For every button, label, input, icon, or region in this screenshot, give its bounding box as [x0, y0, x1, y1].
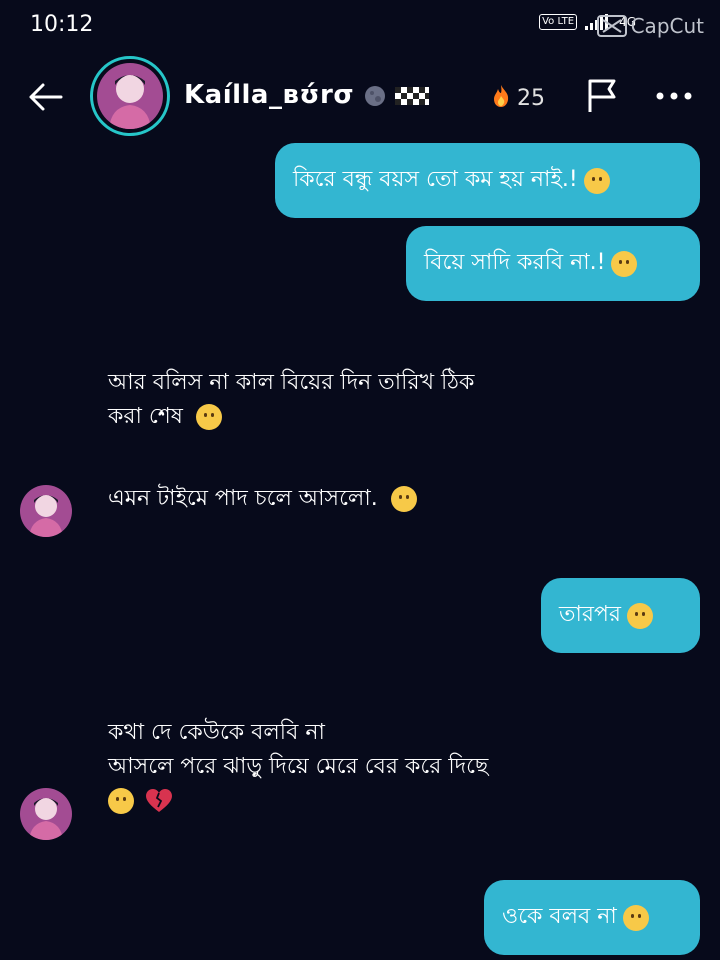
- message-text: ওকে বলব না: [502, 904, 617, 929]
- watermark-text: CapCut: [630, 14, 704, 38]
- moon-icon: [364, 85, 385, 106]
- volte-icon: Vo LTE: [539, 14, 578, 30]
- message-bubble-outgoing[interactable]: ওকে বলব না: [484, 880, 700, 955]
- confused-emoji-icon: [108, 788, 134, 814]
- capcut-watermark: CapCut: [596, 14, 704, 38]
- message-line: আসলে পরে ঝাড়ু দিয়ে মেরে বের করে দিছে: [108, 754, 489, 779]
- chat-header: Kaílla_вʊ́rσ 25: [0, 52, 720, 142]
- capcut-logo-icon: [596, 15, 627, 37]
- message-incoming[interactable]: কথা দে কেউকে বলবি না আসলে পরে ঝাড়ু দিয়…: [108, 716, 488, 818]
- chat-username[interactable]: Kaílla_вʊ́rσ: [184, 80, 430, 110]
- sender-avatar[interactable]: [20, 788, 72, 840]
- status-bar: 10:12 Vo LTE 4G CapCut: [0, 0, 720, 52]
- broken-heart-emoji-icon: [146, 789, 172, 812]
- status-time: 10:12: [30, 12, 94, 37]
- more-icon: [656, 92, 692, 100]
- streak-badge: 25: [492, 84, 545, 111]
- flag-icon: [588, 79, 616, 112]
- message-text: কিরে বন্ধু বয়স তো কম হয় নাই.!: [293, 167, 578, 192]
- slightly-smiling-emoji-icon: [583, 167, 610, 194]
- username-text: Kaílla_вʊ́rσ: [184, 80, 355, 110]
- message-emoji-row: [108, 784, 488, 818]
- checkered-flag-icon: [395, 86, 430, 105]
- disappointed-emoji-icon: [390, 486, 417, 512]
- unamused-emoji-icon: [611, 250, 638, 277]
- avatar-image: [97, 63, 163, 129]
- message-bubble-outgoing[interactable]: কিরে বন্ধু বয়স তো কম হয় নাই.!: [275, 143, 700, 218]
- message-text: বিয়ে সাদি করবি না.!: [424, 250, 606, 275]
- message-bubble-outgoing[interactable]: বিয়ে সাদি করবি না.!: [406, 226, 700, 301]
- message-line: আর বলিস না কাল বিয়ের দিন তারিখ ঠিক: [108, 370, 475, 395]
- fire-icon: [494, 85, 509, 107]
- message-line-wrap: করা শেষ: [108, 400, 474, 434]
- message-line: কথা দে কেউকে বলবি না: [108, 720, 325, 745]
- back-button[interactable]: [22, 74, 68, 120]
- more-options-button[interactable]: [652, 76, 696, 116]
- message-incoming[interactable]: আর বলিস না কাল বিয়ের দিন তারিখ ঠিক করা …: [108, 366, 474, 434]
- message-text: তারপর: [559, 602, 622, 627]
- back-arrow-icon: [29, 83, 63, 111]
- report-flag-button[interactable]: [584, 76, 624, 116]
- message-line: করা শেষ: [108, 404, 183, 429]
- profile-avatar[interactable]: [90, 56, 170, 136]
- sender-avatar[interactable]: [20, 485, 72, 537]
- thinking-emoji-icon: [627, 602, 654, 629]
- message-text: এমন টাইমে পাদ চলে আসলো.: [108, 486, 378, 511]
- streak-number: 25: [517, 86, 545, 111]
- message-incoming[interactable]: এমন টাইমে পাদ চলে আসলো.: [108, 482, 417, 516]
- hugging-emoji-icon: [195, 404, 222, 430]
- message-bubble-outgoing[interactable]: তারপর: [541, 578, 700, 653]
- slightly-smiling-emoji-icon: [622, 904, 649, 931]
